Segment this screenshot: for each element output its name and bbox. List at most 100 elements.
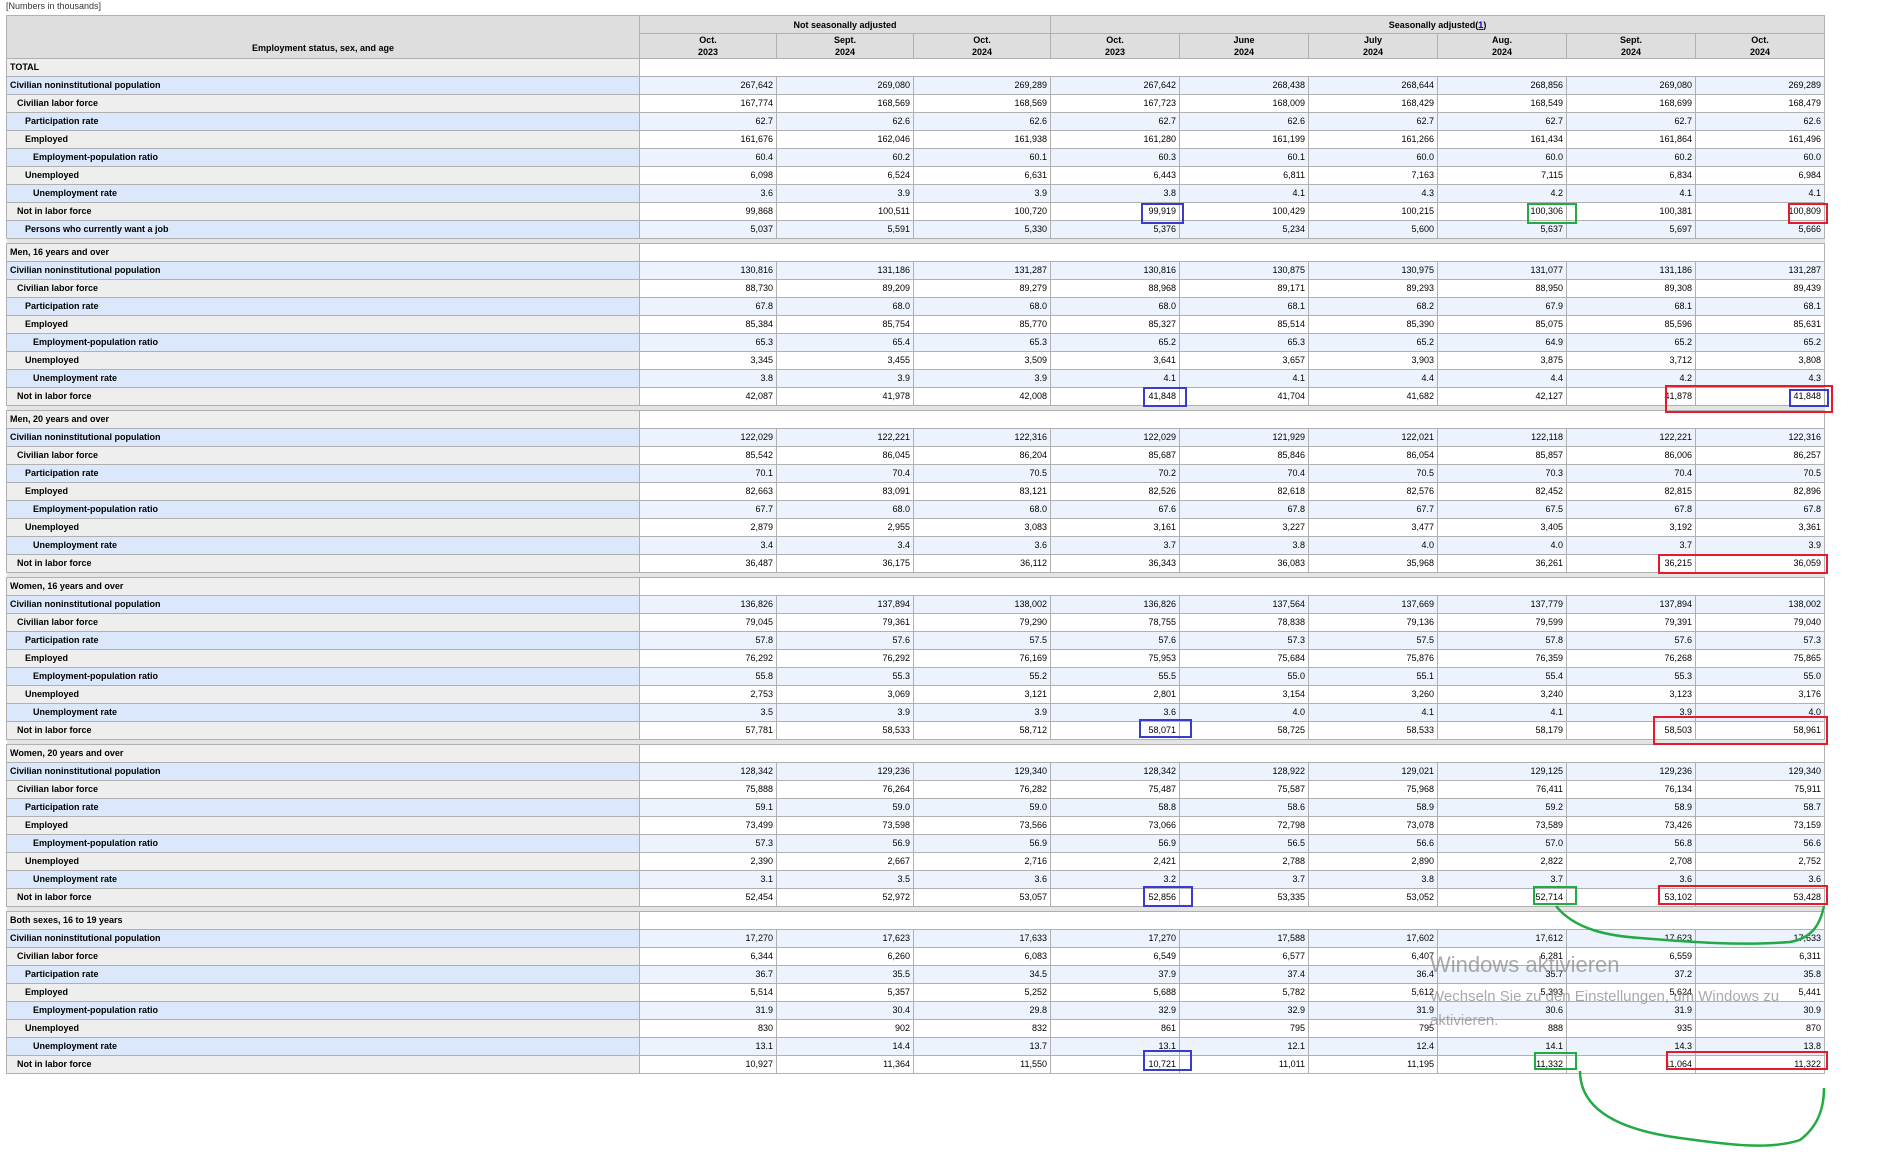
cell-value: 62.7 [1308,112,1439,131]
table-row: Employed 73,499 73,598 73,566 73,066 72,798 73… [6,816,1826,835]
section-title: Men, 16 years and over [6,243,640,262]
cell-value: 62.7 [1566,112,1697,131]
cell-value: 3.8 [639,369,777,388]
cell-value: 70.3 [1437,464,1568,483]
cell-value: 11,064 [1566,1055,1697,1074]
cell-value: 67.8 [1566,500,1697,519]
row-label: Civilian labor force [6,279,640,298]
cell-value: 67.6 [1050,500,1181,519]
cell-value: 58,533 [776,721,914,740]
cell-value: 70.4 [1179,464,1310,483]
cell-value: 3,875 [1437,351,1568,370]
cell-value: 4.1 [1179,184,1310,203]
cell-value: 67.8 [1695,500,1826,519]
cell-value: 70.1 [639,464,777,483]
cell-value: 3.4 [639,536,777,555]
cell-value: 82,663 [639,482,777,501]
table-row: Civilian labor force 85,542 86,045 86,204 85… [6,446,1826,465]
cell-value: 6,260 [776,947,914,966]
cell-value: 62.6 [1695,112,1826,131]
sa-footnote-link[interactable]: 1 [1478,20,1483,30]
cell-value: 4.1 [1308,703,1439,722]
cell-value: 14.4 [776,1037,914,1056]
cell-value: 37.4 [1179,965,1310,984]
cell-value: 36,175 [776,554,914,573]
cell-value: 65.4 [776,333,914,352]
cell-value: 57.5 [1308,631,1439,650]
cell-value: 55.3 [776,667,914,686]
cell-value: 269,289 [1695,76,1826,95]
table-row: Not in labor force 57,781 58,533 58,712 58,0… [6,721,1826,740]
column-header: Oct. 2023 [639,33,777,59]
cell-value: 62.7 [1437,112,1568,131]
row-label: Participation rate [6,798,640,817]
cell-value: 122,029 [639,428,777,447]
cell-value: 3.6 [639,184,777,203]
cell-value: 85,631 [1695,315,1826,334]
cell-value: 55.0 [1695,667,1826,686]
cell-value: 3,240 [1437,685,1568,704]
cell-value: 76,292 [639,649,777,668]
stub-header: Employment status, sex, and age [6,15,640,59]
cell-value: 2,879 [639,518,777,537]
cell-value: 53,428 [1695,888,1826,907]
cell-value: 3.6 [1566,870,1697,889]
cell-value: 131,287 [1695,261,1826,280]
cell-value: 60.0 [1308,148,1439,167]
cell-value: 68.0 [912,297,1052,316]
cell-value: 3,161 [1050,518,1181,537]
column-header: July 2024 [1308,33,1439,59]
cell-value: 67.8 [639,297,777,316]
cell-value: 75,968 [1308,780,1439,799]
cell-value: 83,121 [912,482,1052,501]
cell-value: 85,075 [1437,315,1568,334]
section-blank [638,410,1826,429]
row-label: Not in labor force [6,202,640,221]
cell-value: 58.9 [1566,798,1697,817]
cell-value: 17,588 [1179,929,1310,948]
watermark-text: Wechseln Sie zu den Einstellungen, um Wi… [1430,985,1779,1033]
cell-value: 4.4 [1308,369,1439,388]
row-label: Unemployment rate [6,536,640,555]
cell-value: 5,357 [776,983,914,1002]
cell-value: 30.4 [776,1001,914,1020]
cell-value: 6,631 [912,166,1052,185]
column-month: Oct. [1106,35,1124,45]
column-header: Oct. 2024 [1695,33,1826,59]
section-header-row: Men, 16 years and over [6,243,1826,262]
cell-value: 55.2 [912,667,1052,686]
cell-value: 68.0 [776,297,914,316]
cell-value: 41,848 [1050,387,1181,406]
cell-value: 17,633 [1695,929,1826,948]
cell-value: 70.4 [776,464,914,483]
cell-value: 83,091 [776,482,914,501]
cell-value: 3.8 [1179,536,1310,555]
cell-value: 12.4 [1308,1037,1439,1056]
cell-value: 75,888 [639,780,777,799]
cell-value: 3,227 [1179,518,1310,537]
cell-value: 37.9 [1050,965,1181,984]
cell-value: 3,509 [912,351,1052,370]
cell-value: 76,169 [912,649,1052,668]
row-label: Civilian labor force [6,613,640,632]
cell-value: 122,221 [776,428,914,447]
cell-value: 13.1 [1050,1037,1181,1056]
row-label: Unemployed [6,351,640,370]
cell-value: 62.6 [912,112,1052,131]
cell-value: 5,234 [1179,220,1310,239]
cell-value: 57.6 [776,631,914,650]
cell-value: 2,716 [912,852,1052,871]
cell-value: 3.7 [1179,870,1310,889]
cell-value: 168,479 [1695,94,1826,113]
employment-status-table: Employment status, sex, and age Not seas… [6,15,1826,1074]
cell-value: 269,289 [912,76,1052,95]
row-label: Not in labor force [6,554,640,573]
cell-value: 85,754 [776,315,914,334]
cell-value: 2,752 [1695,852,1826,871]
table-row: Unemployment rate 3.1 3.5 3.6 3.2 3.7 3.8 3.7 3.… [6,870,1826,889]
cell-value: 35,968 [1308,554,1439,573]
column-year: 2024 [1621,47,1642,57]
cell-value: 36,112 [912,554,1052,573]
column-header: Sept. 2024 [776,33,914,59]
column-year: 2023 [1105,47,1126,57]
